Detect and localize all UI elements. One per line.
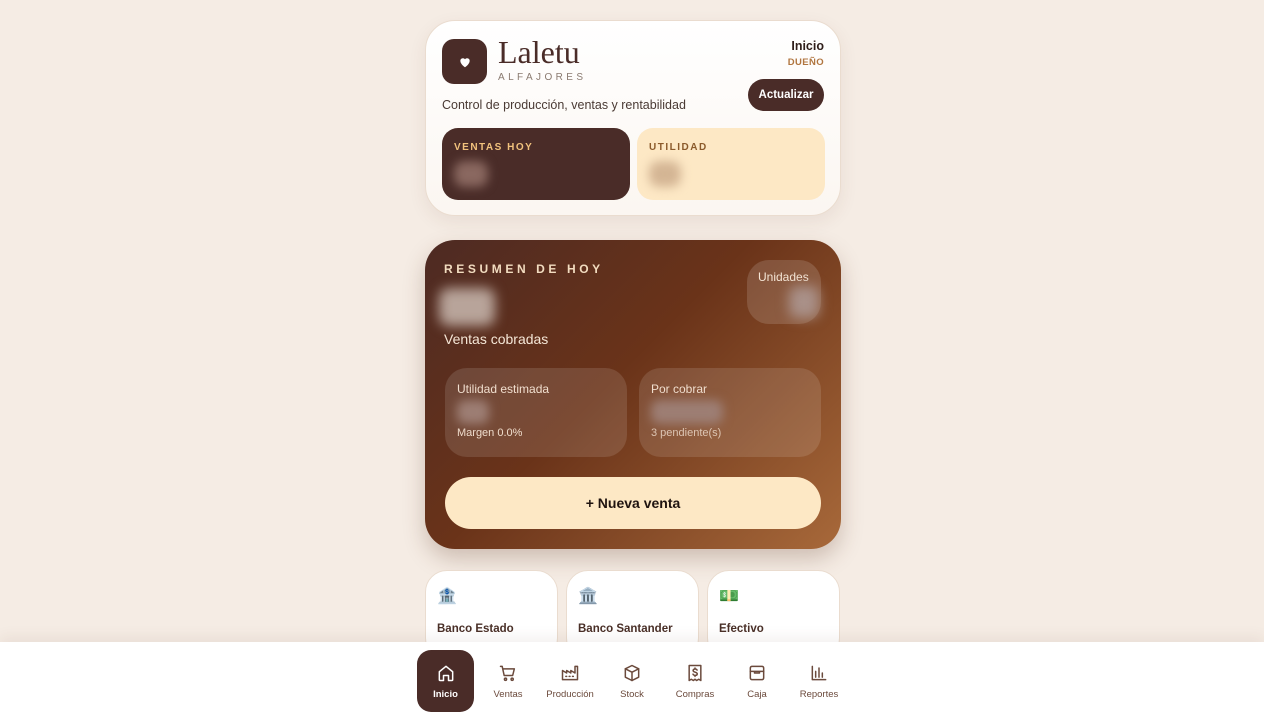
heart-icon: [459, 57, 470, 67]
nav-label: Caja: [747, 688, 767, 700]
nav-item-compras[interactable]: Compras: [668, 650, 722, 712]
units-value-blurred: [789, 286, 819, 318]
refresh-button[interactable]: Actualizar: [748, 79, 824, 111]
user-name: Inicio: [791, 39, 824, 53]
receipt-icon: [688, 664, 702, 681]
units-pill: Unidades: [747, 260, 821, 324]
new-sale-button[interactable]: + Nueva venta: [445, 477, 821, 529]
user-role-badge: DUEÑO: [787, 57, 824, 68]
sales-today-label: VENTAS HOY: [454, 142, 534, 153]
factory-icon: [561, 665, 579, 680]
estimated-profit-label: Utilidad estimada: [457, 382, 550, 396]
home-icon: [438, 665, 453, 681]
brand-name: Laletu: [498, 34, 580, 70]
nav-item-produccion[interactable]: Producción: [542, 650, 598, 712]
estimated-profit-card: Utilidad estimada Margen 0.0%: [445, 368, 627, 457]
nav-item-stock[interactable]: Stock: [606, 650, 658, 712]
nav-item-inicio[interactable]: Inicio: [417, 650, 474, 712]
collected-sales-label: Ventas cobradas: [444, 331, 549, 347]
nav-label: Reportes: [799, 688, 839, 700]
bar-chart-icon: [811, 665, 827, 680]
units-label: Unidades: [758, 270, 809, 284]
nav-label: Producción: [546, 688, 594, 700]
profit-value-blurred: [649, 161, 681, 187]
nav-label: Inicio: [433, 688, 458, 700]
inbox-icon: [749, 665, 765, 680]
account-name: Banco Estado: [437, 623, 514, 635]
cart-icon: [499, 665, 516, 681]
summary-title: RESUMEN DE HOY: [444, 262, 604, 276]
box-icon: [624, 664, 640, 681]
sales-today-card: VENTAS HOY: [442, 128, 630, 200]
profit-card: UTILIDAD: [637, 128, 825, 200]
bottom-nav: Inicio Ventas Producción Stock Compras C…: [0, 642, 1264, 720]
receivable-label: Por cobrar: [651, 382, 708, 396]
collected-sales-value-blurred: [439, 288, 495, 326]
profit-margin: Margen 0.0%: [457, 427, 523, 439]
cash-icon: 💵: [719, 588, 739, 605]
bank-icon: 🏦: [437, 588, 457, 605]
sales-today-value-blurred: [454, 161, 488, 187]
account-name: Efectivo: [719, 623, 764, 635]
estimated-profit-value-blurred: [457, 400, 489, 424]
nav-label: Compras: [675, 688, 715, 700]
account-name: Banco Santander: [578, 623, 673, 635]
nav-label: Stock: [620, 688, 644, 700]
receivable-card: Por cobrar 3 pendiente(s): [639, 368, 821, 457]
page-subtitle: Control de producción, ventas y rentabil…: [442, 98, 686, 112]
logo: [442, 39, 487, 84]
daily-summary-card: RESUMEN DE HOY Ventas cobradas Unidades …: [425, 240, 841, 549]
nav-label: Ventas: [493, 688, 523, 700]
receivable-value-blurred: [651, 400, 723, 424]
bank-icon: 🏛️: [578, 588, 598, 605]
pending-count: 3 pendiente(s): [651, 427, 722, 439]
header-card: Laletu ALFAJORES Control de producción, …: [425, 20, 841, 216]
nav-item-caja[interactable]: Caja: [732, 650, 782, 712]
brand-subtitle: ALFAJORES: [498, 72, 587, 83]
nav-item-ventas[interactable]: Ventas: [482, 650, 534, 712]
profit-label: UTILIDAD: [649, 142, 708, 153]
nav-item-reportes[interactable]: Reportes: [792, 650, 846, 712]
